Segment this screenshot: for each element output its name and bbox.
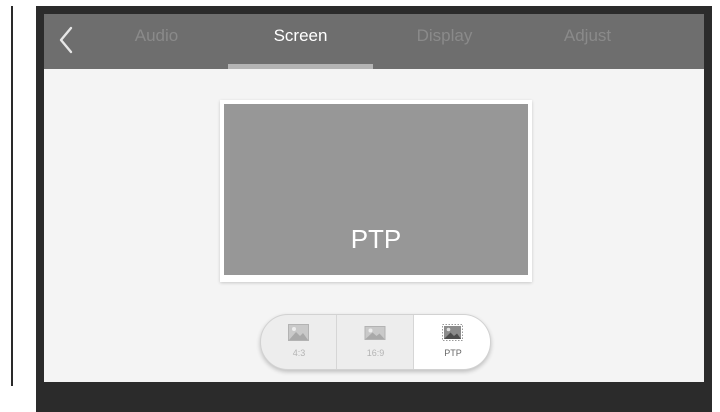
active-tab-indicator — [228, 64, 373, 69]
aspect-option-16-9[interactable]: 16:9 — [337, 315, 414, 369]
tab-bar: Audio Screen Display Adjust — [44, 14, 704, 69]
settings-screen: Audio Screen Display Adjust PTP 4:3 16:9… — [44, 14, 704, 382]
image-icon — [364, 326, 386, 340]
aspect-option-label: 4:3 — [292, 348, 306, 358]
screen-preview: PTP — [224, 104, 528, 275]
tab-audio[interactable]: Audio — [104, 14, 209, 69]
chevron-left-icon — [59, 26, 73, 54]
aspect-ratio-selector: 4:3 16:9 PTP — [260, 314, 491, 370]
aspect-option-ptp[interactable]: PTP — [414, 315, 490, 369]
aspect-option-label: PTP — [444, 348, 462, 358]
aspect-option-4-3[interactable]: 4:3 — [261, 315, 337, 369]
back-button[interactable] — [54, 25, 80, 55]
adjacent-frame-edge — [0, 6, 13, 386]
screen-preview-card: PTP — [220, 100, 532, 282]
tab-display[interactable]: Display — [392, 14, 497, 69]
tab-screen[interactable]: Screen — [228, 14, 373, 69]
image-fit-icon — [442, 324, 463, 341]
preview-mode-label: PTP — [350, 224, 402, 254]
tab-adjust[interactable]: Adjust — [530, 14, 645, 69]
device-frame: Audio Screen Display Adjust PTP 4:3 16:9… — [36, 6, 712, 412]
aspect-option-label: 16:9 — [366, 348, 385, 358]
image-icon — [288, 324, 309, 341]
